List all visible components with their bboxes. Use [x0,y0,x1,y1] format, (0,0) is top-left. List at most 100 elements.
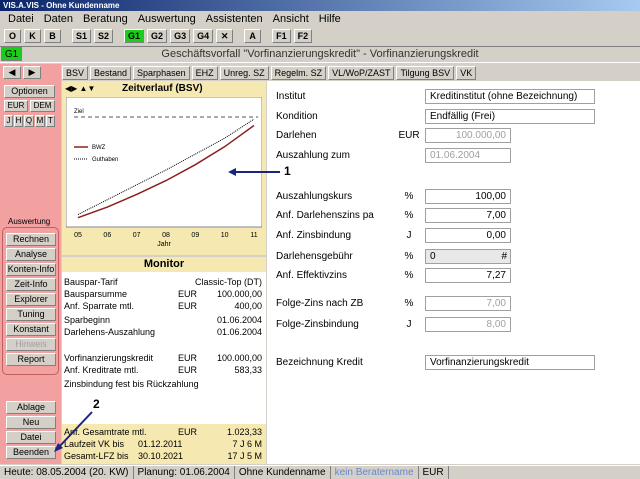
monitor-row: Zinsbindung fest bis Rückzahlung [64,379,199,389]
tab-ehz[interactable]: EHZ [191,66,218,80]
institut-field[interactable]: Kreditinstitut (ohne Bezeichnung) [425,89,595,104]
konstant-button[interactable]: Konstant [6,323,56,336]
monitor-row: Bauspar-Tarif Classic-Top (DT) [64,277,262,287]
toolbar-close-button[interactable]: ✕ [216,29,234,43]
monitor-row: Sparbeginn 01.06.2004 [64,315,262,325]
tab-vk[interactable]: VK [456,66,477,80]
neu-button[interactable]: Neu [6,416,56,429]
tab-unreg-sz[interactable]: Unreg. SZ [219,66,269,80]
ablage-button[interactable]: Ablage [6,401,56,414]
gebuehr-label: Darlehensgebühr [276,251,353,262]
x-tick-label: 09 [191,232,199,239]
period-t-button[interactable]: T [46,115,55,127]
toolbar-g1-button[interactable]: G1 [124,29,145,43]
chart-header-title: Zeitverlauf (BSV) [122,83,203,94]
menu-auswertung[interactable]: Auswertung [133,13,201,25]
gebuehr-field[interactable]: 0 # [425,249,511,264]
dem-button[interactable]: DEM [30,100,55,112]
menu-ansicht[interactable]: Ansicht [268,13,314,25]
menu-beratung[interactable]: Beratung [78,13,133,25]
x-tick-label: 07 [133,232,141,239]
monitor-row: Anf. Kreditrate mtl. EUR 583,33 [64,365,262,375]
darlehen-currency: EUR [398,130,420,141]
toolbar-a-button[interactable]: A [244,29,262,43]
beenden-button[interactable]: Beenden [6,446,56,459]
tab-sparphasen[interactable]: Sparphasen [133,66,190,80]
menu-datei[interactable]: Datei [3,13,39,25]
tab-vl-wop-zast[interactable]: VL/WoP/ZAST [328,66,395,80]
kondition-field[interactable]: Endfällig (Frei) [425,109,595,124]
analyse-button[interactable]: Analyse [6,248,56,261]
toolbar-g4-button[interactable]: G4 [193,29,214,43]
status-berater: kein Beratername [331,466,419,479]
tuning-button[interactable]: Tuning [6,308,56,321]
folgezins-field[interactable]: 7,00 [425,296,511,311]
folgebindung-field[interactable]: 8,00 [425,317,511,332]
toolbar-o-button[interactable]: O [4,29,21,43]
darlehenszins-field[interactable]: 7,00 [425,208,511,223]
menu-assistenten[interactable]: Assistenten [201,13,268,25]
hinweis-button[interactable]: Hinweis [6,338,56,351]
period-m-button[interactable]: M [35,115,45,127]
form-panel: Institut Kreditinstitut (ohne Bezeichnun… [267,81,640,464]
period-j-button[interactable]: J [4,115,13,127]
monitor-header: Monitor [62,257,266,272]
tab-bsv[interactable]: BSV [62,66,89,80]
folgezins-unit: % [404,298,414,309]
effektiv-field[interactable]: 7,27 [425,268,511,283]
gebuehr-suffix: # [501,251,507,262]
window-title: VIS.A.VIS - Ohne Kundenname [0,0,640,11]
status-today: Heute: 08.05.2004 (20. KW) [0,466,134,479]
toolbar-s2-button[interactable]: S2 [94,29,114,43]
kurs-field[interactable]: 100,00 [425,189,511,204]
tab-regelm-sz[interactable]: Regelm. SZ [270,66,327,80]
auszahlung-field[interactable]: 01.06.2004 [425,148,511,163]
report-button[interactable]: Report [6,353,56,366]
konten-info-button[interactable]: Konten-Info [6,263,56,276]
chart-nav-arrows-icon[interactable]: ◀▶ ▲▼ [65,84,95,93]
bezeichnung-label: Bezeichnung Kredit [276,357,363,368]
chart-ticks: 05 06 07 08 09 10 11 [74,232,258,239]
zeit-info-button[interactable]: Zeit-Info [6,278,56,291]
tab-tilgung-bsv[interactable]: Tilgung BSV [396,66,455,80]
status-bar: Heute: 08.05.2004 (20. KW) Planung: 01.0… [0,465,640,479]
next-arrow-icon[interactable]: ▶ [23,66,41,79]
darlehen-label: Darlehen [276,130,317,141]
toolbar-s1-button[interactable]: S1 [72,29,92,43]
menu-bar: Datei Daten Beratung Auswertung Assisten… [0,11,640,27]
menu-hilfe[interactable]: Hilfe [314,13,346,25]
institut-label: Institut [276,91,306,102]
auswertung-label: Auswertung [8,217,51,226]
folgebindung-label: Folge-Zinsbindung [276,319,359,330]
toolbar-b-button[interactable]: B [44,29,61,43]
toolbar-g3-button[interactable]: G3 [170,29,191,43]
eur-button[interactable]: EUR [4,100,28,112]
bezeichnung-field[interactable]: Vorfinanzierungskredit [425,355,595,370]
left-sidebar: ◀ ▶ Optionen EUR DEM J H Q M T Auswertun… [0,64,61,464]
toolbar-k-button[interactable]: K [24,29,41,43]
zinsbindung-field[interactable]: 0,00 [425,228,511,243]
toolbar-g2-button[interactable]: G2 [147,29,168,43]
datei-button[interactable]: Datei [6,431,56,444]
explorer-button[interactable]: Explorer [6,293,56,306]
optionen-button[interactable]: Optionen [4,85,55,98]
tab-bestand[interactable]: Bestand [90,66,132,80]
toolbar-f1-button[interactable]: F1 [272,29,291,43]
toolbar: O K B S1 S2 G1 G2 G3 G4 ✕ A F1 F2 [0,27,640,45]
darlehen-field[interactable]: 100.000,00 [425,128,511,143]
darlehenszins-label: Anf. Darlehenszins pa [276,210,374,221]
monitor-row: Bausparsumme EUR 100.000,00 [64,289,262,299]
kurs-label: Auszahlungskurs [276,191,353,202]
annotation-1: 1 [284,164,291,178]
period-q-button[interactable]: Q [24,115,34,127]
rechnen-button[interactable]: Rechnen [6,233,56,246]
period-h-button[interactable]: H [14,115,23,127]
toolbar-f2-button[interactable]: F2 [293,29,313,43]
status-planung: Planung: 01.06.2004 [134,466,235,479]
kurs-unit: % [404,191,414,202]
menu-daten[interactable]: Daten [39,13,78,25]
folgezins-label: Folge-Zins nach ZB [276,298,364,309]
folgebindung-unit: J [406,319,412,330]
prev-arrow-icon[interactable]: ◀ [3,66,21,79]
target-label: Ziel [74,109,84,115]
